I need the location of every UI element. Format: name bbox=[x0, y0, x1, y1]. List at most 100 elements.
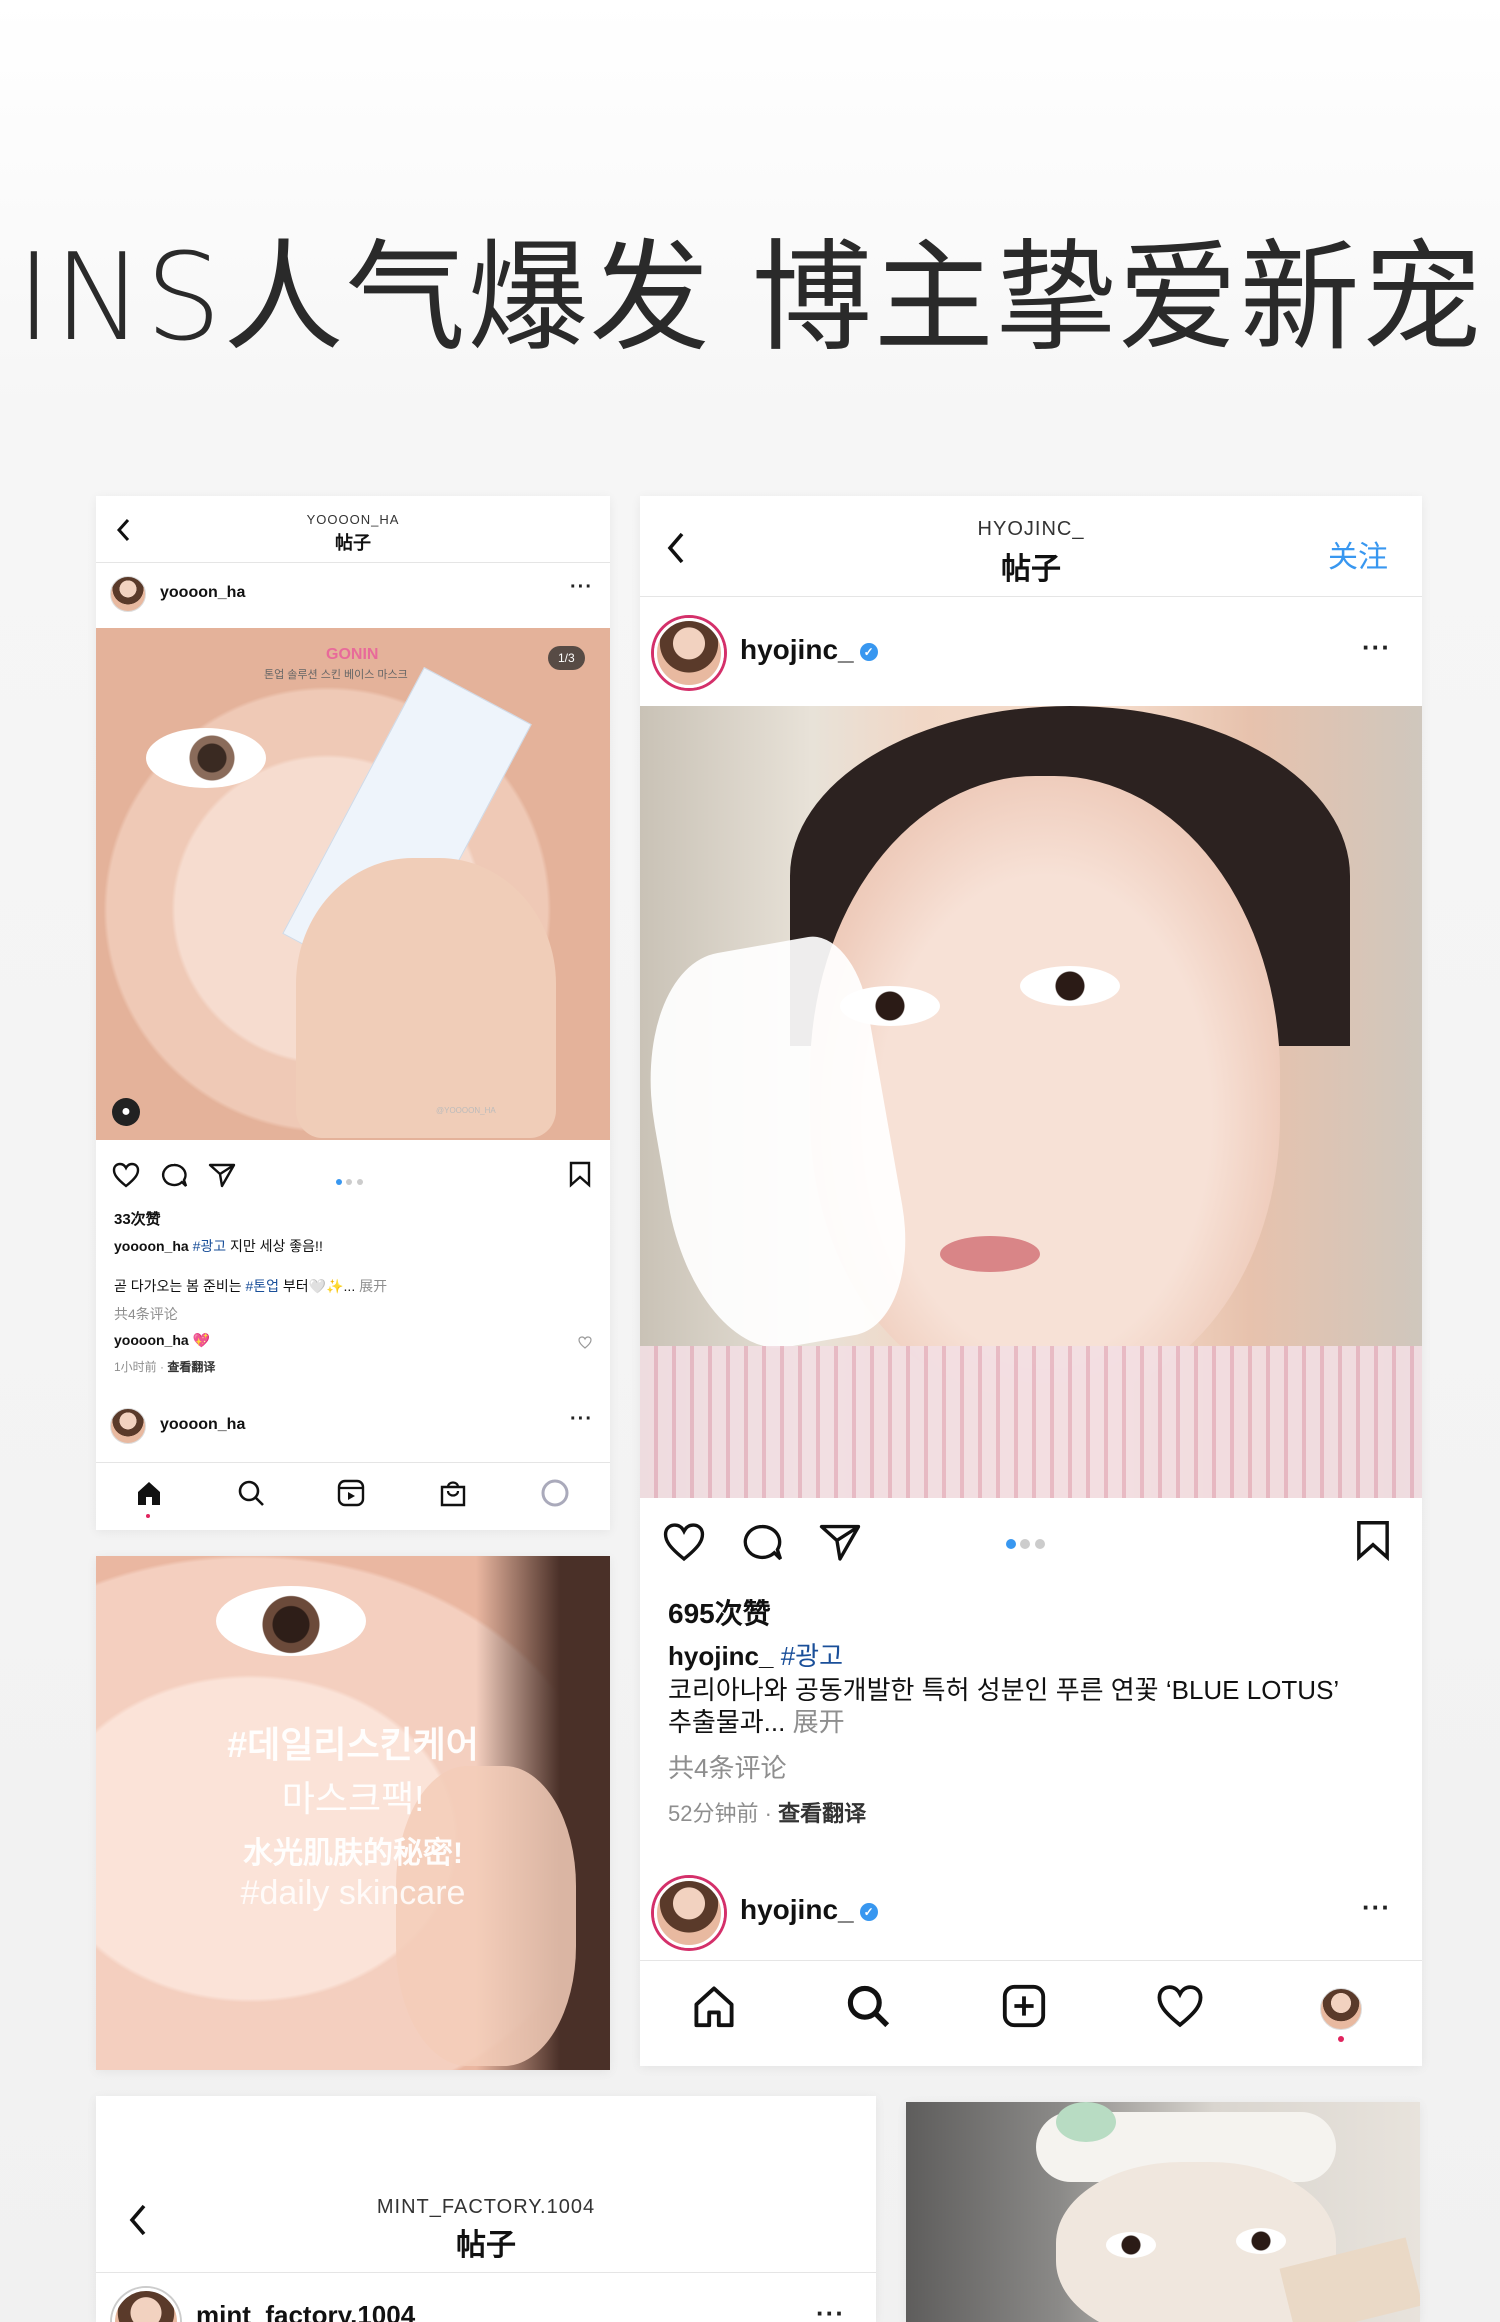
divider bbox=[640, 596, 1422, 597]
activity-heart-icon[interactable] bbox=[1156, 1982, 1204, 2030]
next-more-options-icon[interactable]: ··· bbox=[570, 1408, 593, 1431]
comment-icon[interactable] bbox=[740, 1522, 784, 1562]
reply-emoji: 💖 bbox=[192, 1332, 210, 1348]
carousel-dots bbox=[336, 1172, 363, 1190]
tag-user-icon[interactable]: ● bbox=[112, 1098, 140, 1126]
more-options-icon[interactable]: ··· bbox=[1362, 632, 1391, 663]
expand-link[interactable]: 展开 bbox=[359, 1278, 387, 1294]
mask-photo-tile bbox=[906, 2102, 1420, 2322]
post-card-hyojinc: HYOJINC_ 帖子 关注 hyojinc_ ✓ ··· 695次赞 hyoji… bbox=[640, 496, 1422, 2066]
divider bbox=[96, 562, 610, 563]
comments-count[interactable]: 共4条评论 bbox=[114, 1304, 178, 1324]
reply-like-icon[interactable] bbox=[578, 1336, 592, 1354]
active-dot bbox=[146, 1514, 150, 1518]
reply-user[interactable]: yoooon_ha bbox=[114, 1332, 189, 1348]
username-row: hyojinc_ ✓ bbox=[740, 634, 878, 666]
promo-line-1: #데일리스킨케어 bbox=[227, 1724, 479, 1765]
right-eye bbox=[1236, 2228, 1286, 2254]
verified-badge-icon: ✓ bbox=[859, 642, 878, 661]
translate-link[interactable]: 查看翻译 bbox=[167, 1360, 215, 1374]
promo-line-2: 마스크팩! bbox=[281, 1778, 425, 1819]
next-more-options-icon[interactable]: ··· bbox=[1362, 1892, 1391, 1923]
caption-text: 지만 세상 좋음!! bbox=[230, 1238, 323, 1254]
caption: yoooon_ha #광고 지만 세상 좋음!! bbox=[114, 1236, 323, 1256]
new-post-icon[interactable] bbox=[1000, 1982, 1048, 2030]
next-username-row: hyojinc_ ✓ bbox=[740, 1894, 878, 1926]
expand-link[interactable]: 展开 bbox=[793, 1707, 845, 1737]
likes-count[interactable]: 695次赞 bbox=[668, 1592, 771, 1632]
caption-user[interactable]: yoooon_ha bbox=[114, 1238, 189, 1254]
header-handle: YOOOON_HA bbox=[306, 512, 400, 527]
profile-icon[interactable] bbox=[540, 1478, 570, 1508]
translate-link[interactable]: 查看翻译 bbox=[778, 1801, 866, 1826]
reels-icon[interactable] bbox=[336, 1478, 366, 1508]
comment-icon[interactable] bbox=[160, 1162, 188, 1188]
save-icon[interactable] bbox=[568, 1160, 592, 1188]
likes-count[interactable]: 33次赞 bbox=[114, 1208, 161, 1229]
brand-subtext: 톤업 솔루션 스킨 베이스 마스크 bbox=[264, 669, 408, 681]
post-time: 52分钟前 bbox=[668, 1801, 759, 1826]
lips bbox=[940, 1236, 1040, 1272]
caption-header: hyojinc_ #광고 bbox=[668, 1636, 843, 1673]
search-icon[interactable] bbox=[236, 1478, 266, 1508]
next-post-username[interactable]: yoooon_ha bbox=[160, 1416, 245, 1434]
notification-dot bbox=[1338, 2036, 1344, 2042]
search-icon[interactable] bbox=[844, 1982, 892, 2030]
username[interactable]: hyojinc_ bbox=[740, 634, 854, 665]
caption-line2: 곧 다가오는 봄 준비는 #톤업 부터🤍✨... 展开 bbox=[114, 1276, 387, 1296]
home-icon[interactable] bbox=[134, 1478, 164, 1508]
share-icon[interactable] bbox=[818, 1522, 862, 1562]
caption-hashtag-2[interactable]: #톤업 bbox=[245, 1278, 279, 1294]
brand-text: GONIN bbox=[326, 646, 379, 663]
caption-user[interactable]: hyojinc_ bbox=[668, 1641, 773, 1671]
next-post-username[interactable]: hyojinc_ bbox=[740, 1894, 854, 1925]
home-icon[interactable] bbox=[690, 1982, 738, 2030]
post-photo[interactable] bbox=[640, 706, 1422, 1498]
post-card-mint-factory: MINT_FACTORY.1004 帖子 mint_factory.1004 ·… bbox=[96, 2096, 876, 2322]
hand-shape bbox=[296, 858, 556, 1138]
more-options-icon[interactable]: ··· bbox=[570, 576, 593, 599]
avatar[interactable] bbox=[112, 2288, 180, 2322]
username[interactable]: yoooon_ha bbox=[160, 584, 245, 602]
promo-image-tile: #데일리스킨케어 마스크팩! 水光肌肤的秘密! #daily skincare bbox=[96, 1556, 610, 2070]
caption-text-2a: 곧 다가오는 봄 준비는 bbox=[114, 1278, 242, 1294]
left-eye bbox=[1106, 2232, 1156, 2258]
post-time: 1小时前 bbox=[114, 1360, 157, 1374]
promo-line-3: 水光肌肤的秘密! bbox=[243, 1837, 463, 1870]
post-card-yoooon-ha: YOOOON_HA 帖子 yoooon_ha ··· GONIN 톤업 솔루션 … bbox=[96, 496, 610, 1530]
divider bbox=[96, 2272, 876, 2273]
page-title: 帖子 bbox=[1001, 553, 1061, 586]
like-icon[interactable] bbox=[112, 1162, 140, 1188]
photo-counter: 1/3 bbox=[548, 646, 585, 670]
username[interactable]: mint_factory.1004 bbox=[196, 2300, 415, 2322]
next-post-avatar[interactable] bbox=[110, 1408, 146, 1444]
comments-count[interactable]: 共4条评论 bbox=[668, 1748, 786, 1785]
page-title: 帖子 bbox=[456, 2229, 516, 2262]
next-post-avatar[interactable] bbox=[654, 1878, 724, 1948]
follow-button[interactable]: 关注 bbox=[1328, 532, 1388, 576]
avatar[interactable] bbox=[654, 618, 724, 688]
page-title: 帖子 bbox=[335, 533, 371, 553]
verified-badge-icon: ✓ bbox=[859, 1902, 878, 1921]
shirt-pattern bbox=[640, 1346, 1422, 1498]
carousel-dots bbox=[1006, 1536, 1045, 1554]
reply-line: yoooon_ha 💖 bbox=[114, 1332, 210, 1349]
like-icon[interactable] bbox=[662, 1522, 706, 1562]
more-options-icon[interactable]: ··· bbox=[816, 2298, 845, 2322]
caption-hashtag[interactable]: #광고 bbox=[193, 1238, 227, 1254]
shop-icon[interactable] bbox=[438, 1478, 468, 1508]
eye-shape bbox=[146, 728, 266, 788]
caption-hashtag[interactable]: #광고 bbox=[781, 1641, 843, 1671]
avatar[interactable] bbox=[110, 576, 146, 612]
header-handle: MINT_FACTORY.1004 bbox=[376, 2196, 596, 2218]
share-icon[interactable] bbox=[208, 1162, 236, 1188]
right-eye bbox=[1020, 966, 1120, 1006]
post-photo[interactable]: GONIN 톤업 솔루션 스킨 베이스 마스크 1/3 @YOOOON_HA ● bbox=[96, 628, 610, 1140]
meta-line: 52分钟前 · 查看翻译 bbox=[668, 1801, 867, 1826]
promo-line-4: #daily skincare bbox=[240, 1874, 466, 1912]
caption-line2: 추출물과... 展开 bbox=[668, 1702, 845, 1739]
save-icon[interactable] bbox=[1354, 1518, 1392, 1562]
headband-ear-left bbox=[1056, 2102, 1116, 2142]
profile-avatar-icon[interactable] bbox=[1320, 1988, 1362, 2030]
divider bbox=[640, 1960, 1422, 1961]
